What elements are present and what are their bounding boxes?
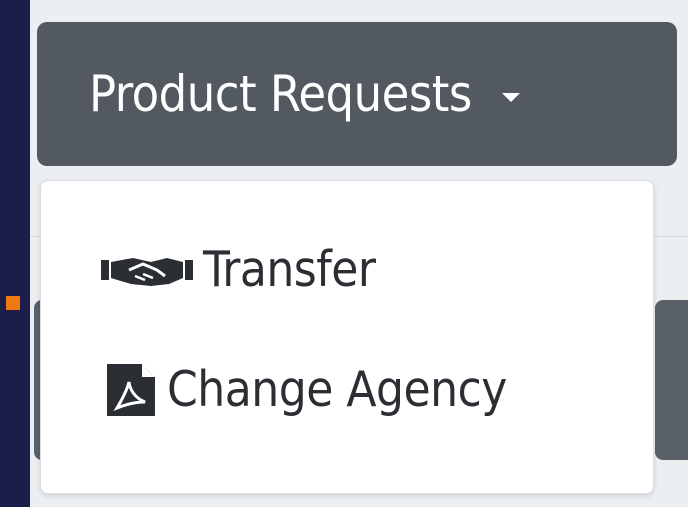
dropdown-button-label: Product Requests	[89, 65, 472, 123]
menu-item-transfer[interactable]: Transfer	[99, 241, 376, 298]
caret-down-icon	[501, 92, 520, 102]
menu-item-change-agency[interactable]: Change Agency	[99, 361, 507, 418]
background-card-right	[655, 300, 688, 460]
product-requests-dropdown-button[interactable]: Product Requests	[37, 22, 677, 166]
orange-marker	[6, 296, 20, 310]
file-pdf-icon	[99, 362, 159, 418]
menu-item-change-agency-label: Change Agency	[167, 361, 507, 418]
menu-item-transfer-label: Transfer	[203, 241, 376, 298]
handshake-icon	[99, 250, 195, 290]
dropdown-menu: Transfer Change Agency	[40, 180, 654, 494]
